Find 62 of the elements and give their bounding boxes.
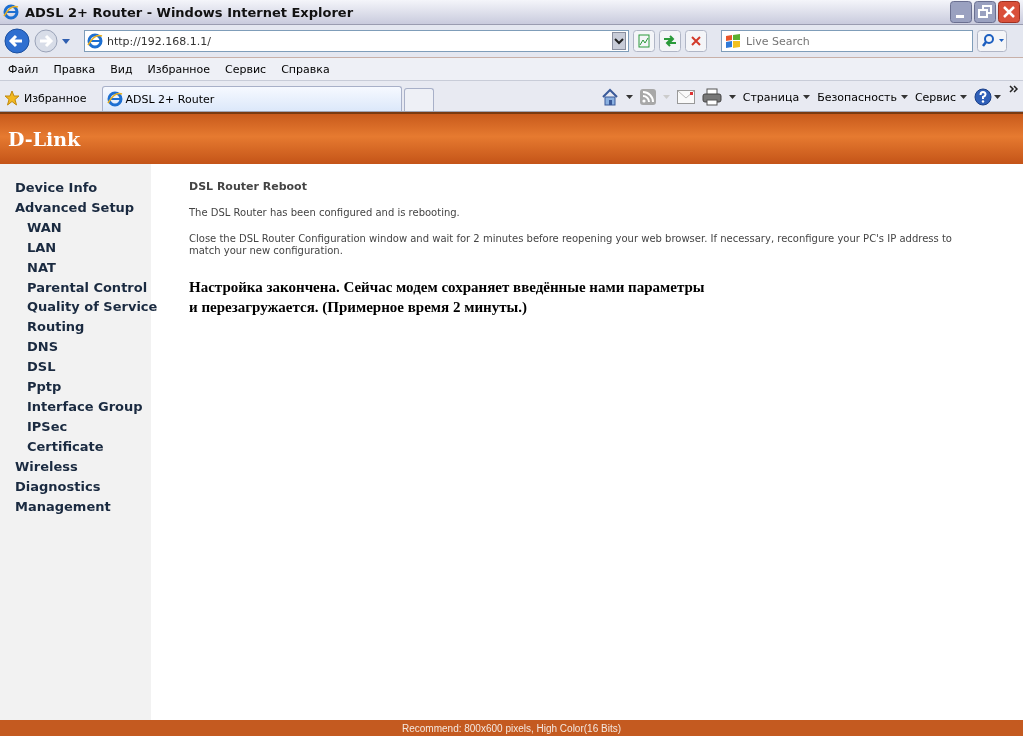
- menu-item[interactable]: Справка: [281, 62, 330, 76]
- restore-button[interactable]: [974, 1, 996, 23]
- nav-link[interactable]: Management: [15, 496, 111, 517]
- back-button[interactable]: [4, 28, 30, 54]
- search-field[interactable]: Live Search: [721, 30, 973, 52]
- printer-icon[interactable]: [701, 88, 722, 106]
- menu-item[interactable]: Избранное: [147, 62, 211, 76]
- note-text: и перезагружается. (Примерное время 2 минуты.): [189, 298, 527, 317]
- url-text: http://192.168.1.1/: [107, 34, 212, 48]
- nav-link[interactable]: DNS: [27, 337, 59, 358]
- note-text: Настройка закончена. Сейчас модем сохраняет введённые нами параметры: [189, 278, 705, 297]
- mail-icon[interactable]: [676, 90, 695, 104]
- history-dropdown-icon[interactable]: [62, 38, 70, 44]
- menu-item[interactable]: Вид: [110, 62, 133, 76]
- search-button[interactable]: [977, 30, 1007, 52]
- nav-link[interactable]: LAN: [27, 237, 57, 258]
- nav-link[interactable]: Routing: [27, 317, 85, 338]
- nav-link[interactable]: NAT: [27, 257, 56, 278]
- star-icon: [4, 90, 20, 106]
- minimize-button[interactable]: [950, 1, 972, 23]
- nav-link[interactable]: Pptp: [27, 377, 62, 397]
- help-icon[interactable]: [974, 88, 1002, 106]
- caret-icon: [900, 95, 908, 99]
- nav-link[interactable]: Diagnostics: [15, 476, 101, 497]
- footer-text: Recommend: 800x600 pixels, High Color(16 Bits): [402, 722, 621, 734]
- page-heading: DSL Router Reboot: [189, 180, 308, 193]
- command-menu[interactable]: Безопасность: [817, 90, 908, 104]
- nav-link[interactable]: Parental Control: [27, 277, 148, 298]
- command-menu[interactable]: Сервис: [914, 90, 967, 104]
- menu-item[interactable]: Правка: [53, 62, 96, 76]
- browser-tab[interactable]: ADSL 2+ Router: [102, 86, 403, 111]
- nav-link[interactable]: Certificate: [27, 436, 104, 457]
- page-icon: [107, 91, 124, 107]
- command-menu[interactable]: Страница: [742, 90, 811, 104]
- menu-item[interactable]: Файл: [8, 62, 39, 76]
- brand-logo: D-Link: [8, 128, 81, 150]
- menu-item[interactable]: Сервис: [225, 62, 267, 76]
- favorites-button[interactable]: Избранное: [4, 85, 87, 111]
- caret-icon: [960, 95, 967, 99]
- nav-link[interactable]: Interface Group: [27, 396, 143, 417]
- caret-icon[interactable]: [625, 95, 633, 99]
- window-title: ADSL 2+ Router - Windows Internet Explorer: [25, 4, 355, 20]
- close-button[interactable]: [998, 1, 1020, 23]
- nav-link[interactable]: Device Info: [15, 178, 98, 198]
- refresh-button[interactable]: [659, 30, 681, 52]
- nav-link[interactable]: Advanced Setup: [15, 197, 135, 218]
- caret-icon[interactable]: [728, 95, 736, 99]
- address-dropdown-button[interactable]: [612, 32, 626, 50]
- chevron-icon[interactable]: [1009, 85, 1019, 93]
- paragraph: Close the DSL Router Configuration window and wait for 2 minutes before reopening your web browser. If necessary, reconfigure your PC's IP address to match your new configuration.: [189, 233, 953, 257]
- caret-icon: [803, 95, 811, 99]
- page-icon: [87, 33, 103, 49]
- nav-link[interactable]: DSL: [27, 357, 56, 378]
- stop-button[interactable]: [685, 30, 707, 52]
- paragraph: The DSL Router has been configured and is rebooting.: [189, 207, 461, 219]
- home-icon[interactable]: [600, 88, 619, 106]
- nav-link[interactable]: Wireless: [15, 456, 78, 477]
- nav-link[interactable]: Quality of Service: [27, 297, 158, 318]
- nav-link[interactable]: WAN: [27, 217, 62, 238]
- nav-link[interactable]: IPSec: [27, 416, 68, 437]
- browser-logo-icon: [3, 4, 19, 20]
- address-field[interactable]: http://192.168.1.1/: [84, 30, 629, 52]
